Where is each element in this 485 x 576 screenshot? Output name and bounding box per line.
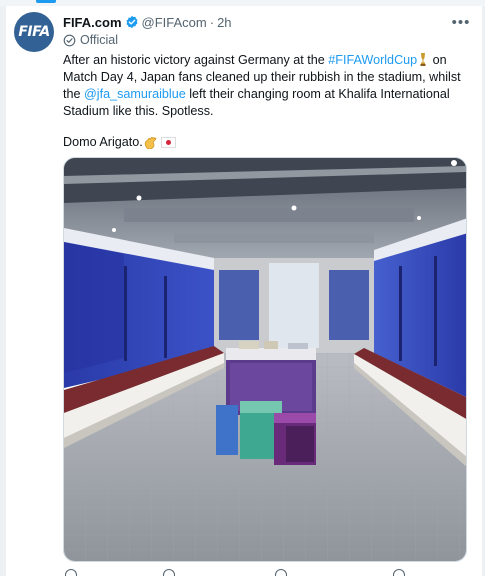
mention-link[interactable]: @jfa_samuraiblue — [84, 87, 186, 101]
like-icon[interactable] — [275, 569, 287, 576]
separator-dot: · — [209, 14, 215, 30]
top-strip — [0, 0, 485, 6]
reply-icon[interactable] — [65, 569, 77, 576]
tweet-text-part1: After an historic victory against German… — [63, 53, 329, 67]
signoff-text: Domo Arigato. — [63, 135, 143, 149]
trophy-emoji-icon — [420, 53, 426, 66]
author-handle[interactable]: @FIFAcom — [142, 15, 207, 30]
tweet-header: FIFA.com @FIFAcom · 2h — [63, 13, 232, 31]
tweet-actions — [63, 569, 463, 576]
tweet-signoff: Domo Arigato. — [63, 134, 176, 151]
avatar[interactable]: FIFA — [14, 12, 54, 52]
tweet-time[interactable]: 2h — [217, 15, 231, 30]
changing-room-photo — [64, 158, 466, 561]
tab-indicator — [36, 0, 56, 3]
retweet-icon[interactable] — [163, 569, 175, 576]
verified-badge-icon — [126, 15, 137, 29]
official-badge-icon — [63, 34, 76, 46]
more-options-icon[interactable]: ••• — [450, 12, 472, 32]
hashtag-link[interactable]: #FIFAWorldCup — [328, 53, 417, 67]
share-icon[interactable] — [393, 569, 405, 576]
tweet-text: After an historic victory against German… — [63, 52, 473, 120]
official-text: Official — [80, 33, 118, 47]
author-name[interactable]: FIFA.com — [63, 15, 122, 30]
avatar-text: FIFA — [18, 24, 50, 40]
tweet-photo[interactable] — [63, 157, 467, 562]
left-gutter — [0, 6, 6, 576]
official-label: Official — [63, 33, 118, 47]
japan-flag-emoji-icon — [160, 137, 176, 148]
clapping-hands-emoji-icon — [144, 136, 157, 149]
